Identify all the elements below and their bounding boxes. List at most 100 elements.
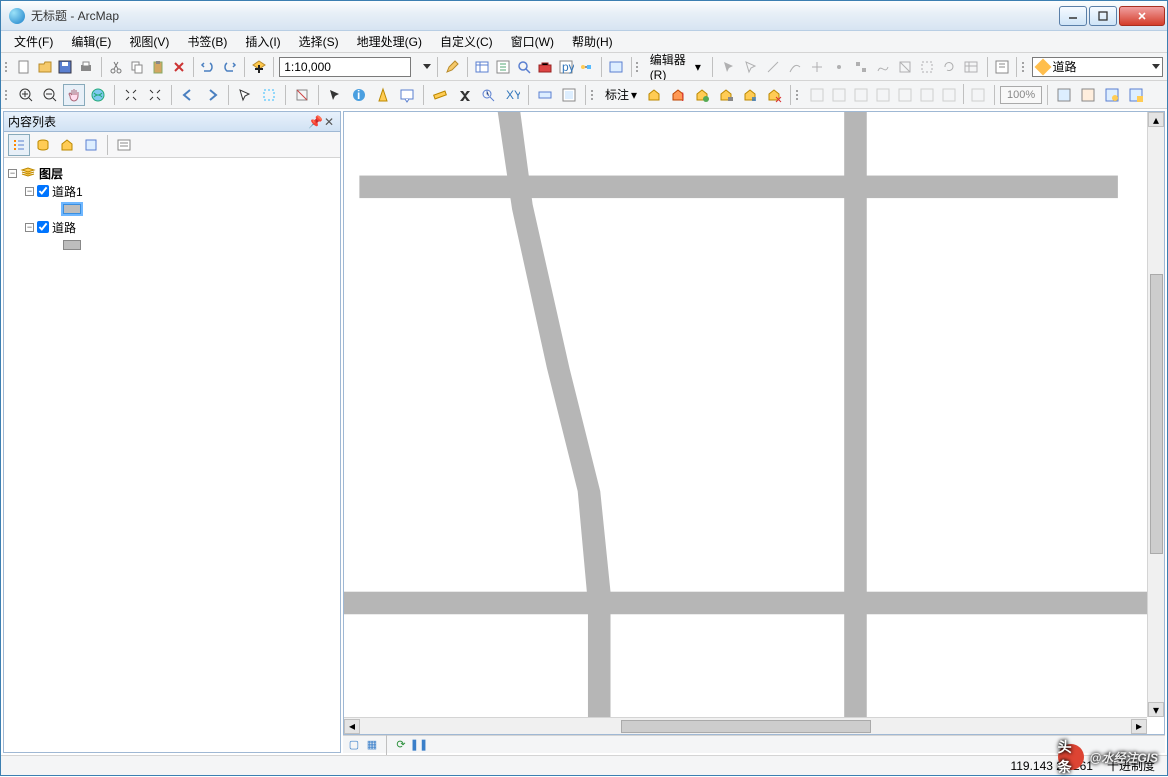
vertical-scrollbar[interactable]: ▴ ▾ xyxy=(1147,112,1164,717)
grip-icon[interactable] xyxy=(1022,57,1026,77)
scroll-down-icon[interactable]: ▾ xyxy=(1148,702,1164,717)
grip-icon[interactable] xyxy=(796,85,801,105)
menu-view[interactable]: 视图(V) xyxy=(122,31,176,52)
horizontal-scrollbar[interactable]: ◂ ▸ xyxy=(344,717,1147,734)
tree-symbol[interactable] xyxy=(8,200,336,218)
menu-geoprocessing[interactable]: 地理处理(G) xyxy=(350,31,429,52)
refresh-button[interactable]: ⟳ xyxy=(394,738,408,752)
full-extent-button[interactable] xyxy=(87,84,109,106)
new-button[interactable] xyxy=(14,56,33,78)
list-by-source-button[interactable] xyxy=(32,134,54,156)
python-button[interactable]: py xyxy=(556,56,575,78)
menu-select[interactable]: 选择(S) xyxy=(292,31,346,52)
layout-view-button[interactable]: ▦ xyxy=(365,738,379,752)
back-button[interactable] xyxy=(177,84,199,106)
list-by-selection-button[interactable] xyxy=(80,134,102,156)
label-priority-button[interactable]: ! xyxy=(667,84,689,106)
georef-button4[interactable] xyxy=(872,84,894,106)
menu-help[interactable]: 帮助(H) xyxy=(565,31,620,52)
close-panel-icon[interactable]: ✕ xyxy=(322,115,336,129)
zoom-percent-input[interactable] xyxy=(1000,86,1042,104)
scroll-thumb[interactable] xyxy=(621,720,871,733)
find-button[interactable] xyxy=(453,84,475,106)
lock-labels-button[interactable] xyxy=(715,84,737,106)
search-button[interactable] xyxy=(514,56,533,78)
symbol-swatch[interactable] xyxy=(63,204,81,214)
split-tool[interactable] xyxy=(916,56,938,78)
arctoolbox-button[interactable] xyxy=(535,56,554,78)
redo-button[interactable] xyxy=(220,56,239,78)
pin-icon[interactable]: 📌 xyxy=(308,115,322,129)
edit-annotation-tool[interactable] xyxy=(740,56,762,78)
cut-button[interactable] xyxy=(107,56,126,78)
collapse-icon[interactable]: − xyxy=(8,169,17,178)
georef-button2[interactable] xyxy=(828,84,850,106)
trace-tool[interactable] xyxy=(806,56,828,78)
pause-labels-button[interactable] xyxy=(739,84,761,106)
add-data-button[interactable] xyxy=(250,56,269,78)
hyperlink-button[interactable] xyxy=(372,84,394,106)
tree-layer[interactable]: − 道路 xyxy=(8,218,336,236)
straight-segment-tool[interactable] xyxy=(762,56,784,78)
georef-button7[interactable] xyxy=(938,84,960,106)
map-canvas[interactable]: ▴ ▾ ◂ ▸ xyxy=(343,111,1165,735)
copy-button[interactable] xyxy=(127,56,146,78)
toc-button[interactable] xyxy=(473,56,492,78)
scroll-up-icon[interactable]: ▴ xyxy=(1148,112,1164,127)
grip-icon[interactable] xyxy=(5,57,9,77)
symbol-swatch[interactable] xyxy=(63,240,81,250)
georef-button1[interactable] xyxy=(806,84,828,106)
save-button[interactable] xyxy=(56,56,75,78)
editor-dropdown[interactable]: 编辑器(R)▾ xyxy=(646,53,707,81)
html-popup-button[interactable] xyxy=(396,84,418,106)
scroll-thumb[interactable] xyxy=(1150,274,1163,554)
select-elements-button[interactable] xyxy=(234,84,256,106)
menu-edit[interactable]: 编辑(E) xyxy=(64,31,118,52)
tree-symbol[interactable] xyxy=(8,236,336,254)
forward-button[interactable] xyxy=(201,84,223,106)
grip-icon[interactable] xyxy=(591,85,596,105)
time-slider-button[interactable] xyxy=(534,84,556,106)
labeling-dropdown[interactable]: 标注 ▾ xyxy=(601,86,641,103)
layout-button2[interactable] xyxy=(1077,84,1099,106)
point-tool[interactable] xyxy=(828,56,850,78)
layout-button1[interactable] xyxy=(1053,84,1075,106)
close-button[interactable] xyxy=(1119,6,1165,26)
catalog-button[interactable] xyxy=(494,56,513,78)
rotate-tool[interactable] xyxy=(938,56,960,78)
fixed-zoom-out-button[interactable] xyxy=(144,84,166,106)
viewer-window-button[interactable] xyxy=(558,84,580,106)
menu-insert[interactable]: 插入(I) xyxy=(238,31,287,52)
scroll-right-icon[interactable]: ▸ xyxy=(1131,719,1147,734)
scroll-left-icon[interactable]: ◂ xyxy=(344,719,360,734)
undo-button[interactable] xyxy=(199,56,218,78)
map-scale-input[interactable] xyxy=(279,57,411,77)
minimize-button[interactable] xyxy=(1059,6,1087,26)
identify-button[interactable]: i xyxy=(348,84,370,106)
scale-dropdown[interactable] xyxy=(413,56,432,78)
delete-button[interactable] xyxy=(169,56,188,78)
fixed-zoom-in-button[interactable] xyxy=(120,84,142,106)
layer-visibility-checkbox[interactable] xyxy=(37,185,49,197)
view-unplaced-button[interactable] xyxy=(763,84,785,106)
label-weight-button[interactable] xyxy=(691,84,713,106)
tree-dataframe[interactable]: − 图层 xyxy=(8,164,336,182)
edit-vertices-tool[interactable] xyxy=(850,56,872,78)
collapse-icon[interactable]: − xyxy=(25,187,34,196)
options-button[interactable] xyxy=(113,134,135,156)
pan-button[interactable] xyxy=(63,84,85,106)
attributes-button[interactable] xyxy=(960,56,982,78)
sketch-properties-button[interactable] xyxy=(993,56,1012,78)
paste-button[interactable] xyxy=(148,56,167,78)
editor-toolbar-button[interactable] xyxy=(443,56,462,78)
collapse-icon[interactable]: − xyxy=(25,223,34,232)
open-button[interactable] xyxy=(35,56,54,78)
model-builder-button[interactable] xyxy=(577,56,596,78)
find-route-button[interactable] xyxy=(477,84,499,106)
layout-button4[interactable] xyxy=(1125,84,1147,106)
edit-tool[interactable] xyxy=(718,56,740,78)
select-features-button[interactable] xyxy=(258,84,280,106)
endpoint-arc-tool[interactable] xyxy=(784,56,806,78)
list-by-drawing-order-button[interactable] xyxy=(8,134,30,156)
maximize-button[interactable] xyxy=(1089,6,1117,26)
